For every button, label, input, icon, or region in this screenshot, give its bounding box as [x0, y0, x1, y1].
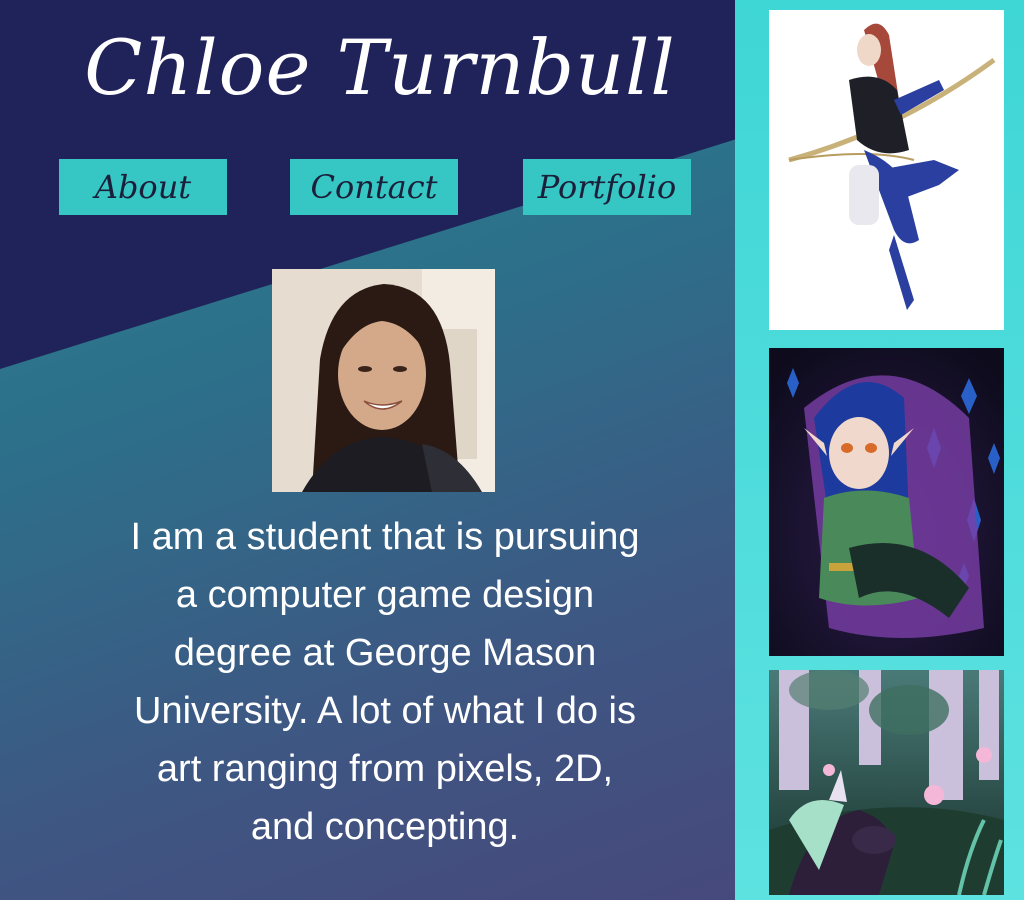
- bio-line: I am a student that is pursuing: [130, 516, 640, 558]
- bio-line: a computer game design: [175, 574, 595, 616]
- bio-line: and concepting.: [250, 806, 520, 848]
- nav-about-button[interactable]: About: [59, 159, 227, 215]
- nav-contact-button[interactable]: Contact: [290, 159, 458, 215]
- gallery-item-elf[interactable]: [769, 348, 1004, 656]
- profile-photo: [272, 269, 495, 492]
- bio-text: I am a student that is pursuing a comput…: [80, 508, 690, 856]
- bio-line: art ranging from pixels, 2D,: [156, 748, 614, 790]
- gallery-sidebar: [735, 0, 1024, 900]
- gallery-item-forest-unicorn[interactable]: [769, 670, 1004, 895]
- site-title: Chloe Turnbull: [84, 23, 676, 112]
- bio-line: degree at George Mason: [173, 632, 597, 674]
- bio-line: University. A lot of what I do is: [134, 690, 636, 732]
- main-panel: Chloe Turnbull About Contact Portfolio I…: [0, 0, 735, 900]
- nav-portfolio-button[interactable]: Portfolio: [523, 159, 691, 215]
- gallery-item-archer[interactable]: [769, 10, 1004, 330]
